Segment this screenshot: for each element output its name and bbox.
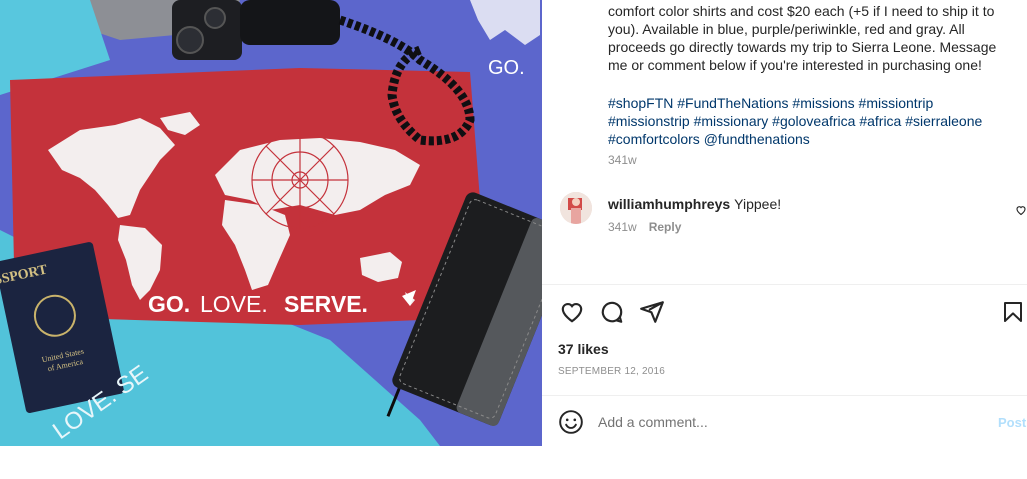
reply-button[interactable]: Reply <box>649 220 682 234</box>
comment-text-row: williamhumphreys Yippee! <box>608 196 781 212</box>
shirt-go-text: GO. <box>148 291 190 317</box>
hashtag-line[interactable]: #missionstrip #missionary #goloveafrica … <box>608 112 1013 130</box>
shirt-serve-text: SERVE. <box>284 291 368 317</box>
corner-go-text: GO. <box>488 57 525 79</box>
post-comment-button[interactable]: Post <box>998 415 1026 430</box>
caption-timestamp[interactable]: 341w <box>608 153 637 167</box>
comment-item: williamhumphreys Yippee! 341w Reply <box>560 192 1010 242</box>
heart-icon[interactable] <box>558 298 586 326</box>
bookmark-icon[interactable] <box>999 298 1027 326</box>
caption-line: proceeds go directly towards my trip to … <box>608 39 997 55</box>
caption-line: comfort color shirts and cost $20 each (… <box>608 3 995 19</box>
compass-print <box>251 131 349 229</box>
comment-icon[interactable] <box>598 298 626 326</box>
commenter-avatar[interactable] <box>560 192 592 224</box>
comment-meta: 341w Reply <box>608 220 681 234</box>
post-panel: comfort color shirts and cost $20 each (… <box>542 0 1027 446</box>
section-divider <box>542 284 1027 285</box>
shirt-love-text: LOVE. <box>200 291 268 317</box>
post-date[interactable]: SEPTEMBER 12, 2016 <box>558 366 665 377</box>
caption-line: you). Available in blue, purple/periwink… <box>608 21 965 37</box>
comment-username[interactable]: williamhumphreys <box>608 196 730 212</box>
post-caption: comfort color shirts and cost $20 each (… <box>608 2 1013 74</box>
hashtag-line[interactable]: #comfortcolors @fundthenations <box>608 130 1013 148</box>
add-comment-input[interactable] <box>598 414 958 430</box>
post-photo[interactable]: GO. GO. LOVE. SERVE. SSPORT United State… <box>0 0 542 446</box>
comment-like-icon[interactable] <box>1015 203 1027 216</box>
comment-timestamp[interactable]: 341w <box>608 220 637 234</box>
caption-hashtags[interactable]: #shopFTN #FundTheNations #missions #miss… <box>608 94 1013 148</box>
section-divider <box>542 395 1027 396</box>
share-icon[interactable] <box>638 298 666 326</box>
likes-count[interactable]: 37 likes <box>558 341 609 357</box>
emoji-icon[interactable] <box>558 409 584 435</box>
hashtag-line[interactable]: #shopFTN #FundTheNations #missions #miss… <box>608 94 1013 112</box>
caption-line: me or comment below if you're interested… <box>608 57 982 73</box>
add-comment-bar: Post <box>558 409 1027 437</box>
action-bar <box>558 298 1027 326</box>
comment-body: Yippee! <box>734 196 782 212</box>
